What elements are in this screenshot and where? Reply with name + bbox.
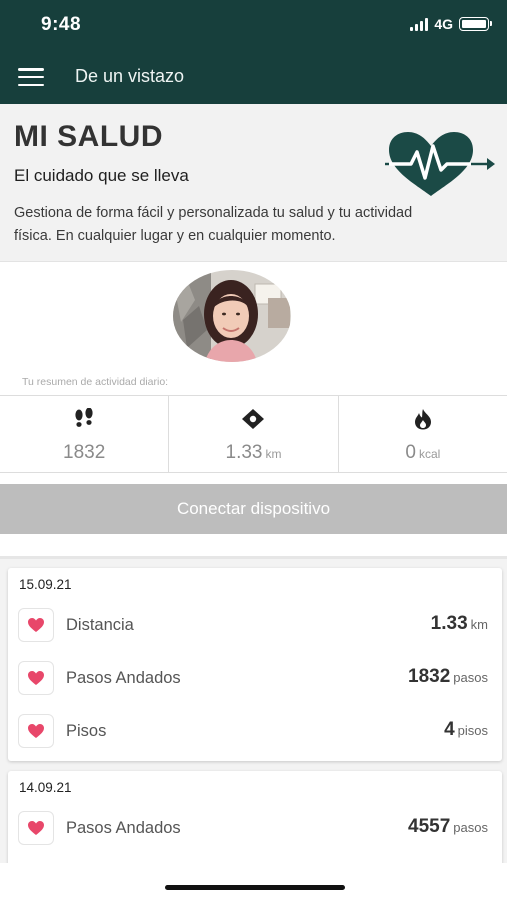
activity-summary-label: Tu resumen de actividad diario: bbox=[22, 376, 169, 388]
metric-unit: pasos bbox=[453, 820, 488, 835]
page-title: MI SALUD bbox=[14, 120, 163, 153]
heart-icon bbox=[18, 661, 54, 695]
heart-icon bbox=[18, 608, 54, 642]
footsteps-icon bbox=[75, 408, 93, 427]
status-indicators: 4G bbox=[410, 16, 492, 32]
daily-stats: 1832 1.33 km 0 kcal bbox=[0, 395, 507, 473]
page-description: Gestiona de forma fácil y personalizada … bbox=[14, 205, 413, 244]
stat-distance-value: 1.33 bbox=[225, 442, 263, 463]
metric-value: 4 bbox=[444, 719, 455, 740]
connect-device-button[interactable]: Conectar dispositivo bbox=[0, 484, 507, 534]
home-indicator-area bbox=[0, 863, 507, 900]
metric-unit: km bbox=[470, 617, 488, 632]
status-time: 9:48 bbox=[41, 14, 82, 35]
metric-label: Pasos Andados bbox=[66, 669, 181, 687]
stat-calories-value: 0 bbox=[405, 442, 416, 463]
metric-unit: pasos bbox=[453, 670, 488, 685]
heart-icon bbox=[18, 714, 54, 748]
flame-icon bbox=[414, 409, 431, 430]
day-card[interactable]: 14.09.21 Pasos Andados 4557 pasos bbox=[8, 771, 502, 863]
hamburger-menu-icon[interactable] bbox=[18, 68, 44, 86]
card-date: 15.09.21 bbox=[19, 577, 72, 592]
app-bar-title: De un vistazo bbox=[75, 66, 185, 86]
stat-distance-unit: km bbox=[265, 447, 282, 461]
stat-calories: 0 kcal bbox=[337, 396, 507, 472]
location-diamond-icon bbox=[242, 409, 265, 429]
heart-pulse-icon bbox=[385, 132, 495, 196]
page-subtitle: El cuidado que se lleva bbox=[14, 166, 189, 185]
metric-value: 4557 bbox=[408, 816, 451, 837]
signal-icon bbox=[410, 17, 429, 31]
stat-calories-unit: kcal bbox=[418, 447, 441, 461]
metric-value: 1.33 bbox=[430, 613, 468, 634]
list-item[interactable]: Distancia 1.33 km bbox=[8, 608, 502, 644]
network-type: 4G bbox=[434, 16, 453, 32]
stat-steps-value: 1832 bbox=[63, 442, 106, 463]
list-item[interactable]: Pasos Andados 1832 pasos bbox=[8, 661, 502, 697]
metric-unit: pisos bbox=[457, 723, 488, 738]
activity-history-list: 15.09.21 Distancia 1.33 km Pasos Andados … bbox=[0, 559, 507, 863]
home-indicator[interactable] bbox=[165, 885, 345, 890]
metric-value: 1832 bbox=[408, 666, 451, 687]
top-bar: 9:48 4G De un vistazo bbox=[0, 0, 507, 104]
list-item[interactable]: Pisos 4 pisos bbox=[8, 714, 502, 750]
metric-label: Distancia bbox=[66, 616, 134, 634]
app-bar: De un vistazo bbox=[0, 58, 507, 98]
metric-label: Pasos Andados bbox=[66, 819, 181, 837]
battery-icon bbox=[459, 17, 492, 31]
day-card[interactable]: 15.09.21 Distancia 1.33 km Pasos Andados … bbox=[8, 568, 502, 761]
hero-banner: MI SALUD El cuidado que se lleva Gestion… bbox=[0, 104, 507, 262]
metric-label: Pisos bbox=[66, 722, 107, 740]
stat-steps: 1832 bbox=[0, 396, 168, 472]
stat-distance: 1.33 km bbox=[168, 396, 337, 472]
list-item[interactable]: Pasos Andados 4557 pasos bbox=[8, 811, 502, 847]
status-bar: 9:48 4G bbox=[0, 14, 507, 40]
card-date: 14.09.21 bbox=[19, 780, 72, 795]
heart-icon bbox=[18, 811, 54, 845]
avatar[interactable] bbox=[173, 270, 291, 362]
